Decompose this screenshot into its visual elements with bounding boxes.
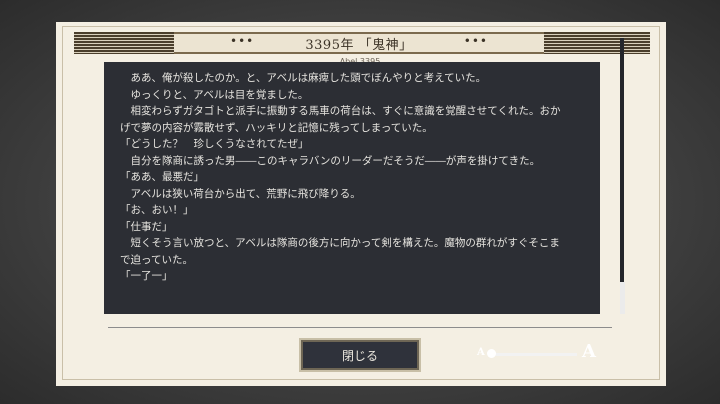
- story-text: ああ、俺が殺したのか。と、アベルは麻痺した頭でぼんやりと考えていた。 ゆっくりと…: [120, 70, 610, 318]
- page-title: 3395年 「鬼神」: [305, 37, 413, 53]
- divider: [108, 327, 612, 328]
- story-line: ああ、俺が殺したのか。と、アベルは麻痺した頭でぼんやりと考えていた。: [120, 72, 487, 84]
- story-line: で迫っていた。: [120, 253, 193, 266]
- story-line: 短くそう言い放つと、アベルは隊商の後方に向かって剣を構えた。魔物の群れがすぐそこ…: [120, 237, 560, 249]
- ornament-dots-right: •••: [463, 34, 488, 48]
- font-size-large-label: A: [582, 341, 596, 362]
- story-line: 「仕事だ」: [120, 220, 173, 233]
- story-line: げで夢の内容が霧散せず、ハッキリと記憶に残ってしまっていた。: [120, 121, 433, 134]
- font-size-slider-knob[interactable]: [487, 349, 496, 358]
- story-line: 「お、おい！」: [120, 204, 194, 216]
- font-size-small-label: A: [477, 347, 485, 358]
- story-line: 「一了一」: [120, 270, 173, 282]
- story-line: 相変わらずガタゴトと派手に振動する馬車の荷台は、すぐに意識を覚醒させてくれた。お…: [120, 105, 561, 117]
- font-size-slider[interactable]: [491, 353, 577, 356]
- scrollbar-track[interactable]: [620, 38, 624, 314]
- header-stripes-right: [544, 32, 650, 54]
- story-line: ゆっくりと、アベルは目を覚ました。: [120, 88, 309, 101]
- close-button[interactable]: 閉じる: [299, 338, 421, 372]
- title-plate: ••• 3395年 「鬼神」 •••: [174, 32, 544, 54]
- story-line: 「どうした？ 珍しくうなされてたぜ」: [120, 138, 309, 150]
- story-line: 「ああ、最悪だ」: [120, 171, 204, 183]
- ornament-dots-left: •••: [230, 34, 255, 48]
- scrollbar-thumb[interactable]: [620, 282, 625, 314]
- story-line: 自分を隊商に誘った男――このキャラバンのリーダーだそうだ――が声を掛けてきた。: [120, 154, 541, 167]
- story-line: アベルは狭い荷台から出て、荒野に飛び降りる。: [120, 187, 361, 200]
